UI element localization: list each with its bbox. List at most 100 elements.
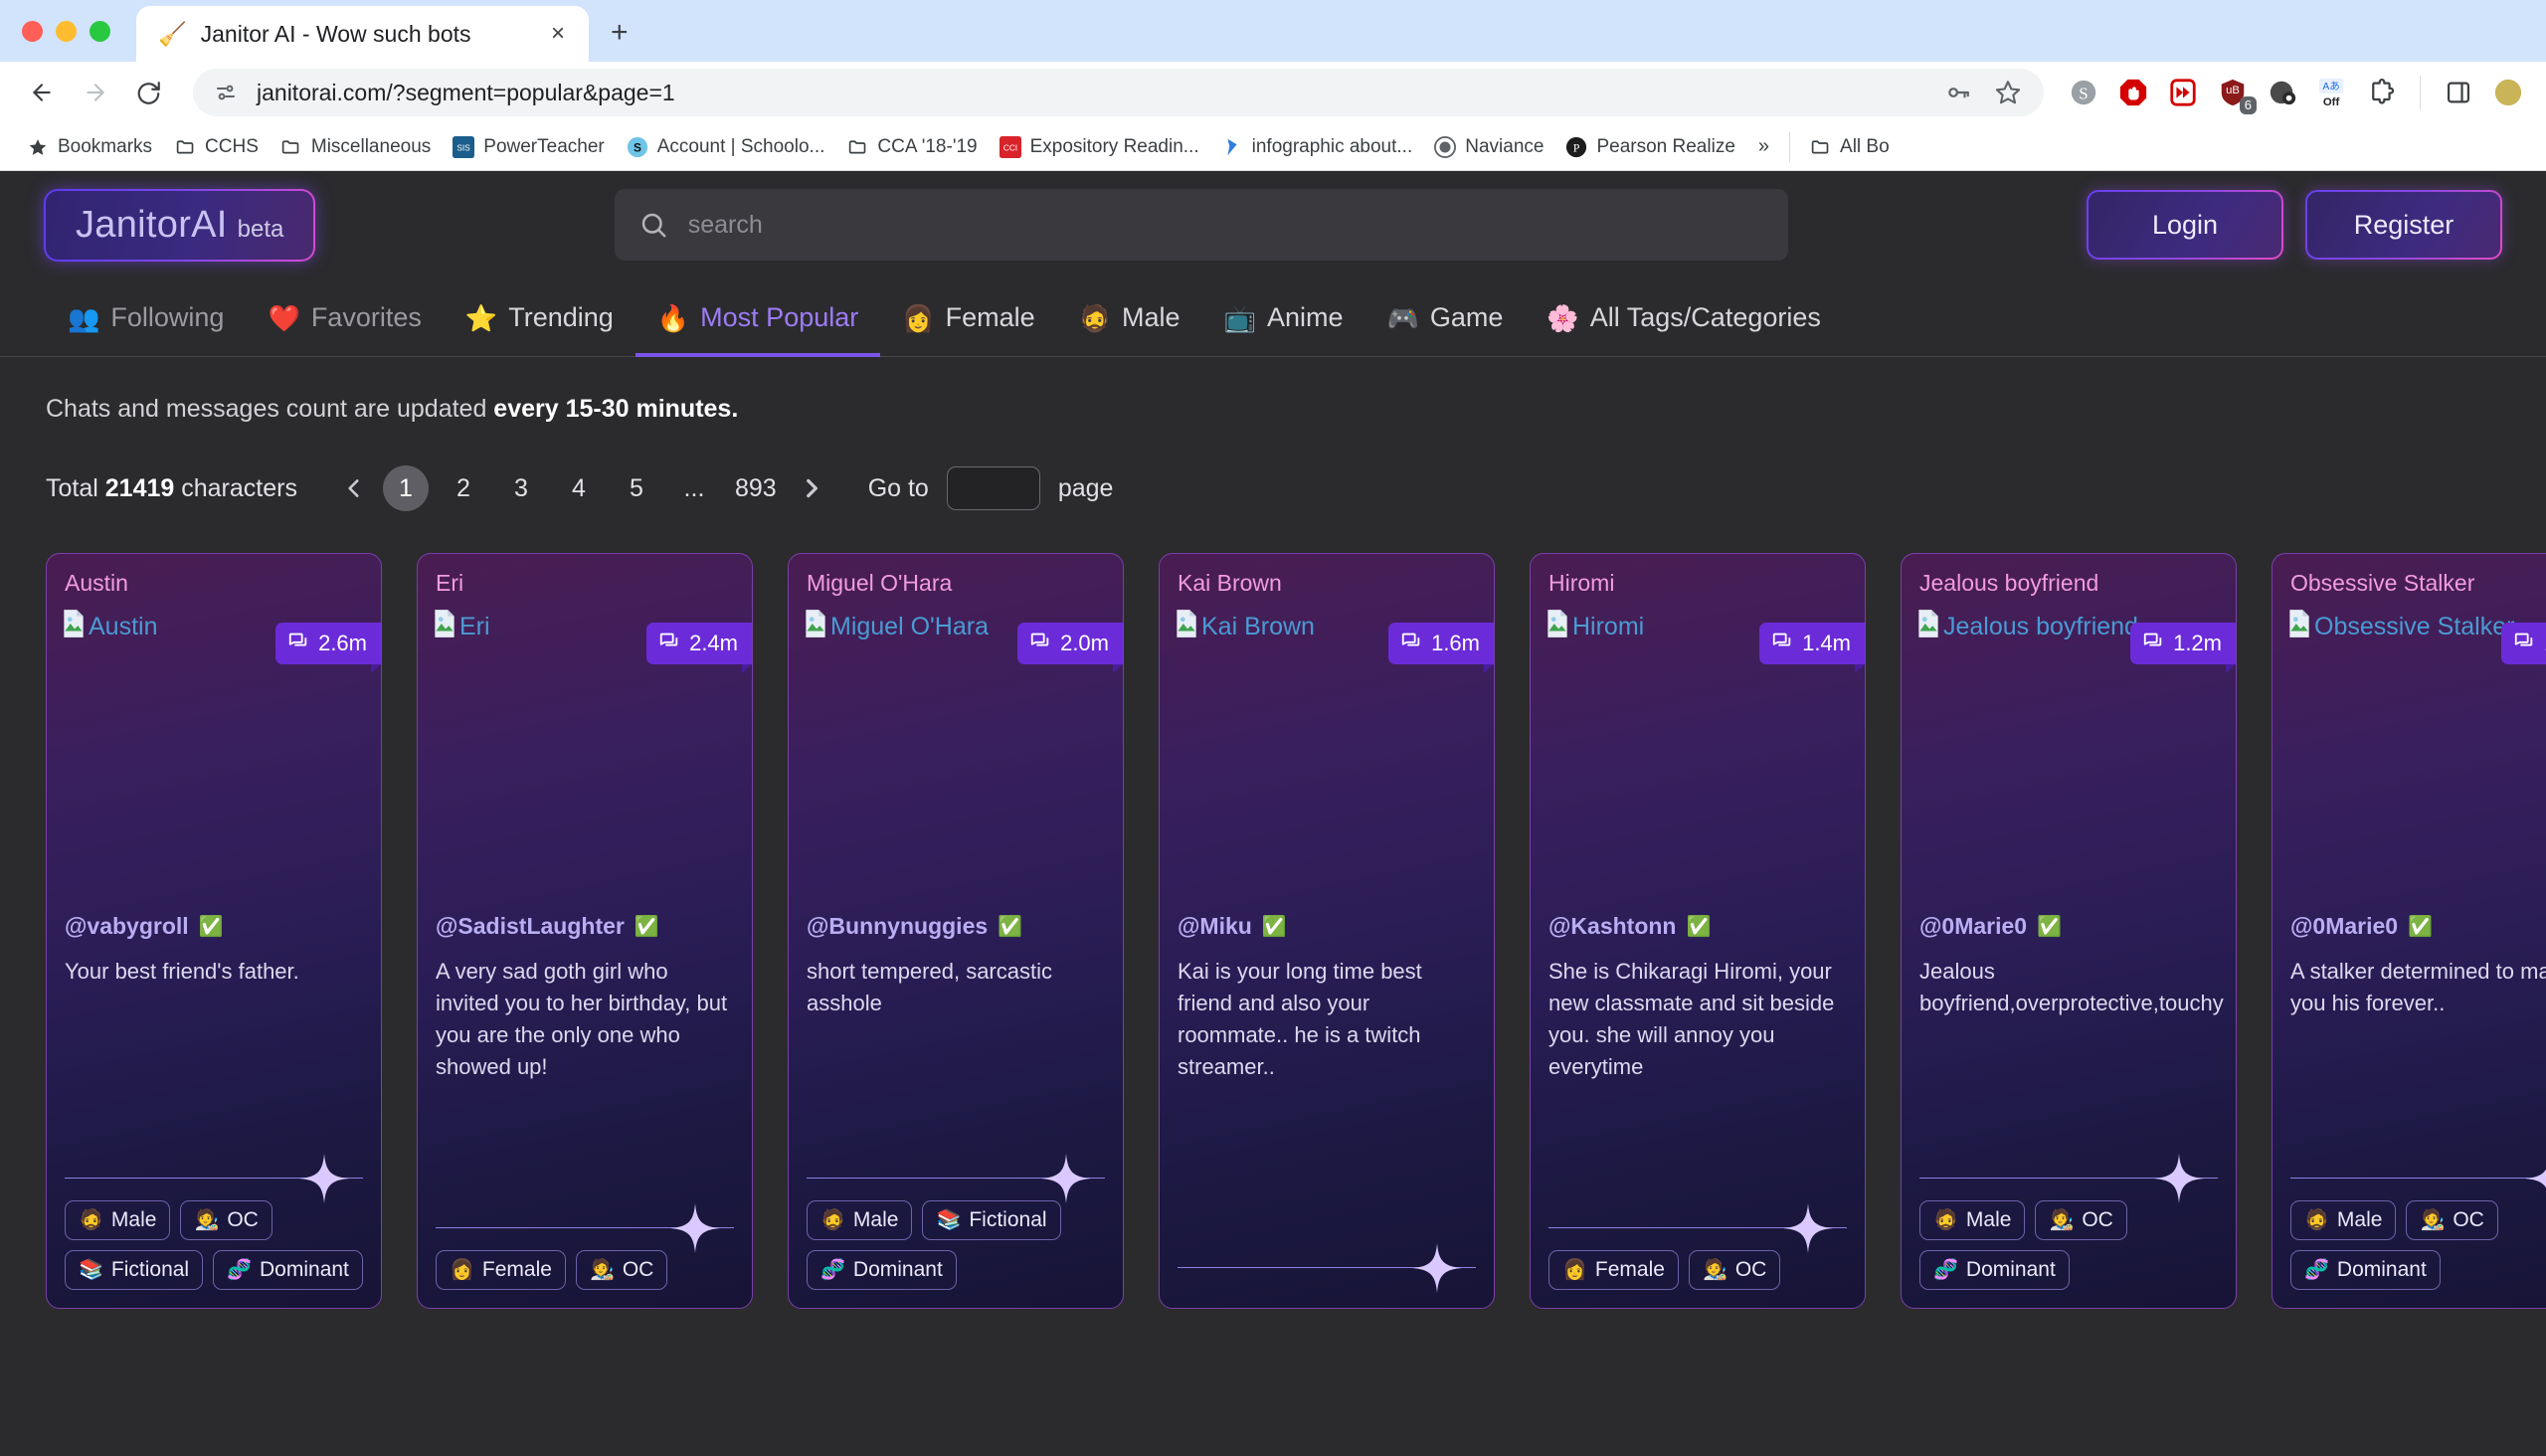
character-card[interactable]: Austin Austin 2.6m @vabygroll [46, 553, 382, 1309]
page-button-3[interactable]: 3 [498, 465, 544, 511]
extension-icons: S uB 6 AあOff [2064, 73, 2528, 112]
creator-handle[interactable]: @Kashtonn ✅ [1548, 913, 1847, 940]
bookmark-item-schoology[interactable]: S Account | Schoolo... [616, 130, 836, 164]
image-alt-text: Obsessive Stalker [2314, 613, 2514, 641]
register-button[interactable]: Register [2305, 190, 2502, 260]
tab-anime[interactable]: 📺 Anime [1202, 284, 1365, 357]
bookmark-item-infographic[interactable]: infographic about... [1210, 130, 1424, 164]
tab-male[interactable]: 🧔 Male [1057, 284, 1202, 357]
ublock-extension-icon[interactable]: uB 6 [2213, 73, 2253, 112]
tag-male[interactable]: 🧔Male [1919, 1200, 2025, 1240]
tab-trending[interactable]: ⭐ Trending [444, 284, 636, 357]
image-alt-text: Austin [89, 613, 157, 641]
browser-tab[interactable]: 🧹 Janitor AI - Wow such bots × [136, 6, 589, 62]
skype-extension-icon[interactable]: S [2064, 73, 2103, 112]
creator-handle[interactable]: @Miku ✅ [1178, 913, 1476, 940]
tag-oc[interactable]: 🧑‍🎨OC [1689, 1250, 1780, 1290]
maximize-window-button[interactable] [90, 21, 110, 42]
page-button-5[interactable]: 5 [614, 465, 659, 511]
tab-favorites[interactable]: ❤️ Favorites [246, 284, 443, 357]
creator-handle[interactable]: @Bunnynuggies ✅ [807, 913, 1105, 940]
forward-button[interactable] [72, 69, 119, 116]
page-settings-icon[interactable] [209, 76, 243, 109]
tag-female[interactable]: 👩Female [436, 1250, 566, 1290]
character-card[interactable]: Obsessive Stalker Obsessive Stalker 1.2m [2272, 553, 2546, 1309]
tag-fictional[interactable]: 📚Fictional [922, 1200, 1060, 1240]
search-input[interactable]: search [615, 189, 1788, 261]
tab-female[interactable]: 👩 Female [880, 284, 1056, 357]
page-button-893[interactable]: 893 [729, 465, 783, 511]
adblock-stop-extension-icon[interactable] [2113, 73, 2153, 112]
tab-title: Janitor AI - Wow such bots [201, 21, 529, 48]
handle-text: @SadistLaughter [436, 913, 625, 940]
tag-oc[interactable]: 🧑‍🎨OC [2035, 1200, 2126, 1240]
page-button-2[interactable]: 2 [441, 465, 486, 511]
tag-dominant[interactable]: 🧬Dominant [1919, 1250, 2070, 1290]
tag-oc[interactable]: 🧑‍🎨OC [576, 1250, 667, 1290]
tag-dominant[interactable]: 🧬Dominant [213, 1250, 363, 1290]
character-card[interactable]: Hiromi Hiromi 1.4m @Kashtonn [1530, 553, 1866, 1309]
prev-page-button[interactable] [331, 465, 377, 511]
tab-strip: 🧹 Janitor AI - Wow such bots × + [0, 0, 2546, 62]
character-card[interactable]: Miguel O'Hara Miguel O'Hara 2.0m @ [788, 553, 1124, 1309]
profile-avatar[interactable] [2488, 73, 2528, 112]
bookmark-item-expository-reading[interactable]: CCI Expository Readin... [989, 130, 1210, 164]
card-body: @Bunnynuggies ✅ short tempered, sarcasti… [789, 913, 1123, 1308]
tag-dominant[interactable]: 🧬Dominant [807, 1250, 957, 1290]
tag-oc[interactable]: 🧑‍🎨OC [180, 1200, 272, 1240]
character-card[interactable]: Jealous boyfriend Jealous boyfriend 1.2m [1901, 553, 2237, 1309]
fast-forward-extension-icon[interactable] [2163, 73, 2203, 112]
creator-handle[interactable]: @0Marie0 ✅ [1919, 913, 2218, 940]
minimize-window-button[interactable] [56, 21, 77, 42]
tag-fictional[interactable]: 📚Fictional [65, 1250, 203, 1290]
new-tab-button[interactable]: + [589, 18, 650, 62]
goto-page-input[interactable] [947, 466, 1040, 510]
tab-label: Game [1430, 302, 1504, 333]
grammarly-extension-icon[interactable] [2263, 73, 2302, 112]
tab-all-tags-categories[interactable]: 🌸 All Tags/Categories [1525, 284, 1843, 357]
card-description: Your best friend's father. [65, 956, 363, 988]
bookmarks-overflow-button[interactable]: » [1746, 129, 1781, 164]
translate-off-extension-icon[interactable]: AあOff [2312, 73, 2352, 112]
creator-handle[interactable]: @SadistLaughter ✅ [436, 913, 734, 940]
login-button[interactable]: Login [2087, 190, 2283, 260]
janitorai-logo[interactable]: JanitorAI beta [44, 189, 315, 262]
bookmark-item-cchs[interactable]: CCHS [163, 130, 270, 164]
key-icon[interactable] [1938, 73, 1978, 112]
next-page-button[interactable] [789, 465, 834, 511]
reload-button[interactable] [125, 69, 173, 116]
page-button-1[interactable]: 1 [383, 465, 429, 511]
character-card[interactable]: Eri Eri 2.4m @SadistLaughter [417, 553, 753, 1309]
bookmark-item-all-bookmarks[interactable]: All Bo [1798, 130, 1901, 164]
side-panel-icon[interactable] [2439, 73, 2478, 112]
handle-text: @0Marie0 [1919, 913, 2027, 940]
page-button-4[interactable]: 4 [556, 465, 602, 511]
tag-oc[interactable]: 🧑‍🎨OC [2406, 1200, 2497, 1240]
card-divider [1548, 1227, 1847, 1228]
character-card[interactable]: Kai Brown Kai Brown 1.6m @Miku [1159, 553, 1495, 1309]
pagination: Total 21419 characters 1 2 3 4 5 ... 893… [0, 424, 2546, 511]
creator-handle[interactable]: @0Marie0 ✅ [2290, 913, 2546, 940]
tag-male[interactable]: 🧔Male [807, 1200, 912, 1240]
tag-male[interactable]: 🧔Male [65, 1200, 170, 1240]
creator-handle[interactable]: @vabygroll ✅ [65, 913, 363, 940]
bookmark-item-pearson-realize[interactable]: P Pearson Realize [1554, 130, 1745, 164]
bookmark-item-miscellaneous[interactable]: Miscellaneous [270, 130, 442, 164]
tag-female[interactable]: 👩Female [1548, 1250, 1679, 1290]
back-button[interactable] [18, 69, 66, 116]
bookmark-item-cca[interactable]: CCA '18-'19 [835, 130, 988, 164]
tag-dominant[interactable]: 🧬Dominant [2290, 1250, 2441, 1290]
tab-game[interactable]: 🎮 Game [1364, 284, 1525, 357]
tab-most-popular[interactable]: 🔥 Most Popular [636, 284, 880, 357]
bookmark-item-bookmarks[interactable]: Bookmarks [16, 130, 163, 164]
close-window-button[interactable] [22, 21, 43, 42]
address-bar[interactable]: janitorai.com/?segment=popular&page=1 [193, 69, 2044, 116]
tab-following[interactable]: 👥 Following [46, 284, 246, 357]
tag-male[interactable]: 🧔Male [2290, 1200, 2396, 1240]
bookmark-item-powerteacher[interactable]: SIS PowerTeacher [442, 130, 615, 164]
bookmark-item-naviance[interactable]: Naviance [1423, 130, 1554, 164]
star-icon[interactable] [1988, 73, 2028, 112]
extensions-puzzle-icon[interactable] [2362, 73, 2402, 112]
card-body: @vabygroll ✅ Your best friend's father. … [47, 913, 381, 1308]
close-tab-icon[interactable]: × [543, 20, 573, 48]
